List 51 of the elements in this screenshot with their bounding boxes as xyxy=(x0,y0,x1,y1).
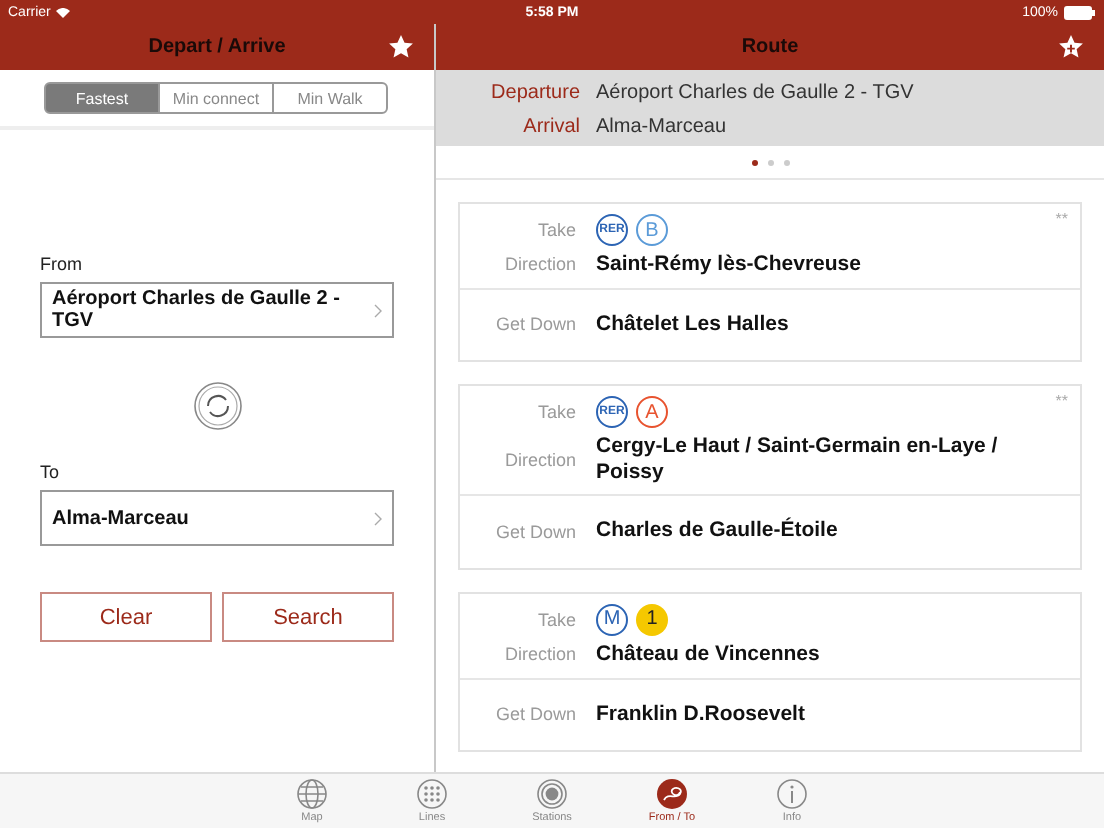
globe-icon xyxy=(296,778,328,810)
star-icon[interactable] xyxy=(388,34,414,60)
take-label: Take xyxy=(535,220,576,240)
route-icon xyxy=(656,778,688,810)
summary-label: Departure xyxy=(489,82,580,104)
chevron-icon xyxy=(374,303,382,317)
chevron-icon xyxy=(374,511,382,525)
direction-value: Saint-Rémy lès-Chevreuse xyxy=(596,252,863,278)
page-dot[interactable] xyxy=(783,160,789,166)
field-label: To xyxy=(40,462,62,482)
direction-label: Direction xyxy=(502,644,576,665)
line-badge: A xyxy=(636,396,668,429)
screen-title: Route xyxy=(741,36,799,58)
page-dot[interactable] xyxy=(751,160,757,166)
take-label: Take xyxy=(535,402,576,423)
line-badge: M xyxy=(596,603,628,636)
line-badge: B xyxy=(636,214,668,246)
star-plus-icon[interactable] xyxy=(1058,34,1084,60)
target-icon xyxy=(536,778,568,810)
get-down-label: Get Down xyxy=(493,313,576,334)
get-down-label: Get Down xyxy=(493,703,576,724)
input-field[interactable]: Aéroport Charles de Gaulle 2 - TGV xyxy=(40,282,394,338)
segment-tab[interactable]: Fastest xyxy=(44,82,160,114)
wifi-icon xyxy=(56,7,71,17)
input-field[interactable]: Alma-Marceau xyxy=(40,490,394,546)
field-label: From xyxy=(40,254,84,274)
swap-icon[interactable] xyxy=(193,382,241,430)
get-down-value: Franklin D.Roosevelt xyxy=(596,701,807,727)
info-icon xyxy=(776,778,808,810)
segment-tab[interactable]: Min connect xyxy=(158,82,274,114)
direction-value: Cergy-Le Haut / Saint-Germain en-Laye / Poissy xyxy=(596,434,1000,485)
direction-label: Direction xyxy=(502,254,576,275)
leg-mark: ** xyxy=(1055,210,1068,228)
summary-value: Alma-Marceau xyxy=(596,116,729,138)
get-down-value: Châtelet Les Halles xyxy=(596,311,791,337)
screen-title: Depart / Arrive xyxy=(148,36,286,58)
get-down-value: Charles de Gaulle-Étoile xyxy=(596,518,840,544)
line-badge: 1 xyxy=(636,603,668,636)
clear-button[interactable]: Clear xyxy=(40,592,212,642)
summary-value: Aéroport Charles de Gaulle 2 - TGV xyxy=(596,82,916,104)
direction-value: Château de Vincennes xyxy=(596,641,822,668)
get-down-label: Get Down xyxy=(493,521,576,542)
grid-icon xyxy=(416,778,448,810)
battery-icon xyxy=(1064,5,1096,19)
segment-tab[interactable]: Min Walk xyxy=(272,82,388,114)
direction-label: Direction xyxy=(502,449,576,470)
page-dot[interactable] xyxy=(767,160,773,166)
search-button[interactable]: Search xyxy=(222,592,394,642)
take-label: Take xyxy=(535,609,576,630)
leg-mark: ** xyxy=(1055,392,1068,411)
summary-label: Arrival xyxy=(521,116,580,138)
